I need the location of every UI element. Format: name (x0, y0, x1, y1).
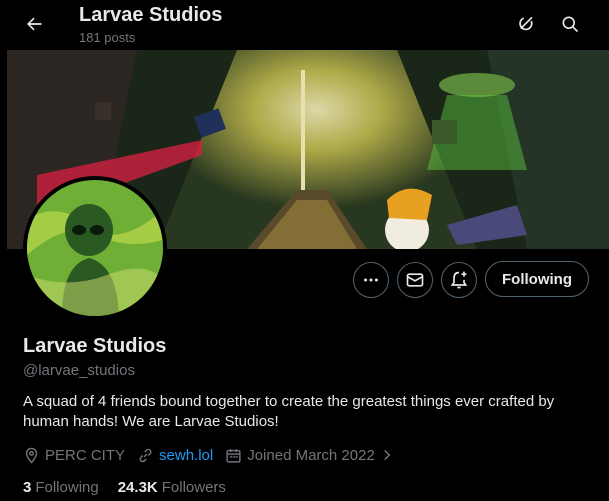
envelope-icon (406, 273, 424, 287)
following-count: 3 (23, 479, 32, 496)
grok-icon (519, 16, 533, 31)
following-button[interactable]: Following (485, 261, 589, 297)
calendar-icon (226, 448, 241, 463)
joined-item[interactable]: Joined March 2022 (225, 447, 394, 464)
posts-count: 181 posts (79, 30, 136, 45)
following-stat[interactable]: 3 Following (23, 479, 99, 496)
avatar[interactable] (23, 176, 167, 320)
chevron-right-icon (383, 449, 391, 461)
message-button[interactable] (397, 262, 433, 298)
website-link[interactable]: sewh.lol (159, 447, 213, 464)
more-icon (364, 278, 378, 282)
joined-text: Joined March 2022 (247, 446, 375, 464)
followers-stat[interactable]: 24.3K Followers (118, 479, 226, 496)
top-bar: Larvae Studios 181 posts (0, 0, 609, 50)
profile-meta: PERC CITY sewh.lol Joined March 2022 (23, 445, 406, 465)
profile-stats: 3 Following 24.3K Followers (23, 479, 245, 496)
location-item: PERC CITY (23, 447, 125, 464)
bell-plus-icon (450, 271, 468, 289)
profile-handle: @larvae_studios (23, 362, 135, 379)
search-icon (562, 16, 579, 33)
page-title: Larvae Studios (79, 4, 223, 26)
followers-label: Followers (161, 479, 226, 496)
link-icon (139, 448, 152, 462)
location-text: PERC CITY (45, 446, 126, 464)
profile-name: Larvae Studios (23, 335, 167, 357)
back-button[interactable] (18, 8, 50, 40)
website-item[interactable]: sewh.lol (137, 447, 213, 464)
location-pin-icon (25, 447, 38, 464)
profile-bio: A squad of 4 friends bound together to c… (23, 393, 555, 430)
grok-button[interactable] (511, 8, 543, 40)
notify-button[interactable] (441, 262, 477, 298)
search-button[interactable] (554, 8, 586, 40)
avatar-image (27, 180, 163, 316)
followers-count: 24.3K (117, 479, 158, 496)
arrow-left-icon (27, 17, 42, 31)
more-button[interactable] (353, 262, 389, 298)
following-label: Following (35, 479, 99, 496)
